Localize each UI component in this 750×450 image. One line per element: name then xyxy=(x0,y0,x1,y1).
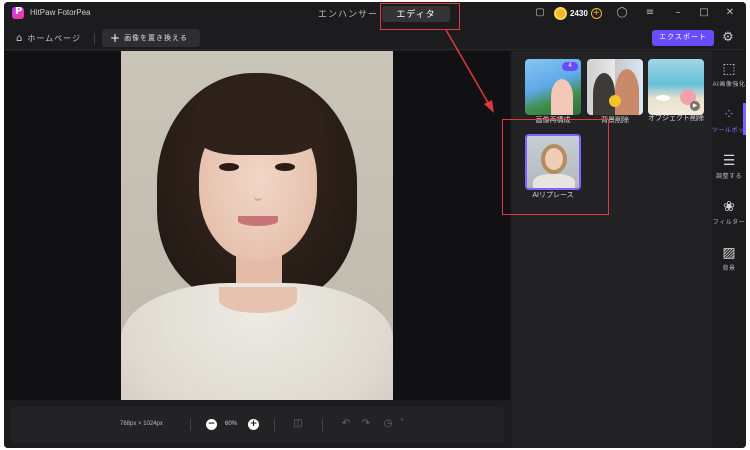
arrow-line xyxy=(445,29,491,107)
arrow-head xyxy=(484,100,494,113)
annotation-arrow xyxy=(445,29,494,113)
